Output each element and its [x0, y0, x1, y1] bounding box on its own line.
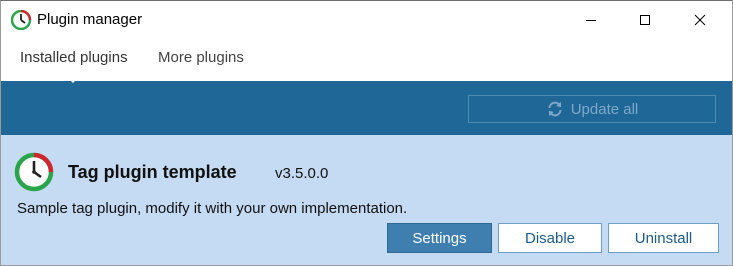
- selected-tab-pointer: [61, 71, 85, 83]
- update-all-button[interactable]: Update all: [468, 95, 716, 123]
- minimize-icon: [586, 20, 596, 21]
- title-bar[interactable]: Plugin manager: [1, 1, 732, 39]
- close-button[interactable]: [677, 1, 723, 39]
- plugin-name: Tag plugin template: [68, 162, 237, 182]
- uninstall-button[interactable]: Uninstall: [608, 223, 719, 253]
- clock-icon: [14, 152, 54, 192]
- maximize-icon: [640, 15, 650, 25]
- update-all-label: Update all: [570, 100, 639, 118]
- tab-bar: Installed plugins More plugins: [1, 39, 732, 81]
- plugin-manager-window: Plugin manager Installed plugins More pl…: [0, 0, 733, 266]
- tab-installed-plugins[interactable]: Installed plugins: [20, 49, 128, 66]
- minimize-button[interactable]: [568, 1, 614, 39]
- window-title: Plugin manager: [37, 11, 143, 28]
- disable-button[interactable]: Disable: [498, 223, 602, 253]
- plugin-version: v3.5.0.0: [275, 165, 329, 182]
- refresh-icon: [548, 101, 562, 117]
- settings-button[interactable]: Settings: [387, 223, 492, 253]
- plugin-list-item[interactable]: Tag plugin template v3.5.0.0 Sample tag …: [1, 135, 732, 265]
- tab-more-plugins[interactable]: More plugins: [158, 49, 244, 66]
- clock-icon: [10, 9, 32, 31]
- close-icon: [694, 14, 706, 26]
- maximize-button[interactable]: [622, 1, 668, 39]
- plugin-toolbar: Update all: [1, 81, 732, 135]
- plugin-description: Sample tag plugin, modify it with your o…: [17, 200, 408, 217]
